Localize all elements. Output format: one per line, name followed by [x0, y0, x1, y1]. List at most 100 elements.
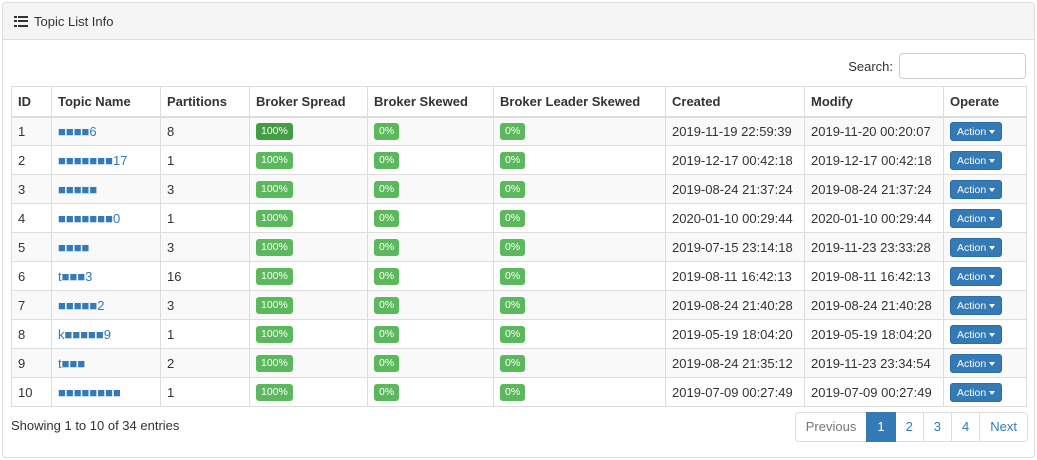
- action-button-label: Action: [957, 212, 987, 225]
- cell-broker-spread: 100%: [249, 377, 368, 407]
- action-dropdown-button[interactable]: Action: [950, 179, 1003, 199]
- pagination-page-3[interactable]: 3: [922, 412, 953, 442]
- cell-broker-skewed: 0%: [367, 348, 494, 378]
- action-dropdown-button[interactable]: Action: [950, 208, 1003, 228]
- caret-down-icon: [989, 245, 996, 250]
- column-header-created[interactable]: Created: [665, 86, 805, 118]
- action-dropdown-button[interactable]: Action: [950, 382, 1003, 402]
- cell-operate: Action: [943, 319, 1027, 349]
- broker-leader-skewed-badge: 0%: [500, 181, 526, 198]
- table-row: 10 ■■■■■■■■ 1 100% 0% 0% 2019-07-09 00:27:49 20…: [11, 377, 1027, 407]
- cell-partitions: 16: [160, 261, 250, 291]
- broker-spread-badge: 100%: [256, 181, 293, 198]
- broker-skewed-badge: 0%: [374, 384, 400, 401]
- column-header-broker-skewed[interactable]: Broker Skewed: [367, 86, 494, 118]
- action-dropdown-button[interactable]: Action: [950, 324, 1003, 344]
- cell-operate: Action: [943, 290, 1027, 320]
- cell-operate: Action: [943, 377, 1027, 407]
- cell-broker-spread: 100%: [249, 319, 368, 349]
- search-input[interactable]: [899, 53, 1026, 79]
- cell-created: 2019-05-19 18:04:20: [665, 319, 805, 349]
- cell-modify: 2019-11-23 23:33:28: [804, 232, 944, 262]
- cell-topic-name: ■■■■■2: [51, 290, 161, 320]
- cell-broker-spread: 100%: [249, 116, 368, 146]
- broker-leader-skewed-badge: 0%: [500, 384, 526, 401]
- cell-topic-name: ■■■■■■■■: [51, 377, 161, 407]
- cell-created: 2019-07-15 23:14:18: [665, 232, 805, 262]
- caret-down-icon: [989, 361, 996, 366]
- cell-operate: Action: [943, 203, 1027, 233]
- pagination-page-4[interactable]: 4: [951, 412, 981, 442]
- pagination-page-1[interactable]: 1: [866, 412, 896, 442]
- column-header-broker-leader-skewed[interactable]: Broker Leader Skewed: [493, 86, 666, 118]
- column-header-id[interactable]: ID: [11, 86, 52, 118]
- action-button-label: Action: [957, 241, 987, 254]
- cell-modify: 2019-08-11 16:42:13: [804, 261, 944, 291]
- cell-operate: Action: [943, 174, 1027, 204]
- cell-topic-name: k■■■■■9: [51, 319, 161, 349]
- table-row: 2 ■■■■■■■17 1 100% 0% 0% 2019-12-17 00:42:18 20…: [11, 145, 1027, 175]
- cell-broker-leader-skewed: 0%: [493, 174, 666, 204]
- cell-created: 2019-07-09 00:27:49: [665, 377, 805, 407]
- cell-id: 7: [11, 290, 52, 320]
- cell-operate: Action: [943, 232, 1027, 262]
- cell-broker-leader-skewed: 0%: [493, 232, 666, 262]
- topic-name-link[interactable]: ■■■■6: [58, 124, 97, 139]
- cell-id: 6: [11, 261, 52, 291]
- table-row: 5 ■■■■ 3 100% 0% 0% 2019-07-15 23:14:18 2019-11…: [11, 232, 1027, 262]
- search-bar: Search:: [848, 53, 1026, 79]
- broker-skewed-badge: 0%: [374, 355, 400, 372]
- cell-modify: 2019-05-19 18:04:20: [804, 319, 944, 349]
- broker-leader-skewed-badge: 0%: [500, 268, 526, 285]
- caret-down-icon: [989, 216, 996, 221]
- cell-created: 2019-08-24 21:37:24: [665, 174, 805, 204]
- topic-name-link[interactable]: ■■■■■■■17: [58, 153, 127, 168]
- cell-partitions: 3: [160, 174, 250, 204]
- topic-name-link[interactable]: ■■■■■2: [58, 298, 105, 313]
- column-header-broker-spread[interactable]: Broker Spread: [249, 86, 368, 118]
- cell-modify: 2020-01-10 00:29:44: [804, 203, 944, 233]
- action-dropdown-button[interactable]: Action: [950, 237, 1003, 257]
- pagination-page-2[interactable]: 2: [894, 412, 924, 442]
- pagination-next-button[interactable]: Next: [979, 412, 1028, 442]
- topic-name-link[interactable]: ■■■■■■■■: [58, 385, 121, 400]
- action-dropdown-button[interactable]: Action: [950, 353, 1003, 373]
- cell-modify: 2019-11-20 00:20:07: [804, 116, 944, 146]
- cell-id: 3: [11, 174, 52, 204]
- cell-broker-skewed: 0%: [367, 203, 494, 233]
- topic-name-link[interactable]: t■■■3: [58, 269, 92, 284]
- cell-broker-skewed: 0%: [367, 319, 494, 349]
- action-dropdown-button[interactable]: Action: [950, 295, 1003, 315]
- cell-broker-spread: 100%: [249, 203, 368, 233]
- cell-partitions: 3: [160, 290, 250, 320]
- cell-broker-leader-skewed: 0%: [493, 261, 666, 291]
- cell-modify: 2019-12-17 00:42:18: [804, 145, 944, 175]
- topic-name-link[interactable]: k■■■■■9: [58, 327, 111, 342]
- topic-name-link[interactable]: ■■■■: [58, 240, 89, 255]
- list-icon: [14, 15, 28, 27]
- broker-skewed-badge: 0%: [374, 181, 400, 198]
- action-dropdown-button[interactable]: Action: [950, 121, 1003, 141]
- column-header-modify[interactable]: Modify: [804, 86, 944, 118]
- column-header-topic-name[interactable]: Topic Name: [51, 86, 161, 118]
- caret-down-icon: [989, 129, 996, 134]
- cell-broker-skewed: 0%: [367, 261, 494, 291]
- action-dropdown-button[interactable]: Action: [950, 150, 1003, 170]
- cell-topic-name: ■■■■■■■17: [51, 145, 161, 175]
- cell-broker-spread: 100%: [249, 232, 368, 262]
- caret-down-icon: [989, 332, 996, 337]
- cell-created: 2019-08-24 21:40:28: [665, 290, 805, 320]
- broker-leader-skewed-badge: 0%: [500, 355, 526, 372]
- action-dropdown-button[interactable]: Action: [950, 266, 1003, 286]
- topic-name-link[interactable]: ■■■■■: [58, 182, 97, 197]
- cell-broker-spread: 100%: [249, 145, 368, 175]
- cell-topic-name: t■■■3: [51, 261, 161, 291]
- cell-created: 2020-01-10 00:29:44: [665, 203, 805, 233]
- topic-name-link[interactable]: ■■■■■■■0: [58, 211, 120, 226]
- pagination-previous-button[interactable]: Previous: [794, 412, 868, 442]
- column-header-partitions[interactable]: Partitions: [160, 86, 250, 118]
- topic-name-link[interactable]: t■■■: [58, 356, 85, 371]
- cell-modify: 2019-08-24 21:40:28: [804, 290, 944, 320]
- broker-leader-skewed-badge: 0%: [500, 297, 526, 314]
- cell-created: 2019-08-24 21:35:12: [665, 348, 805, 378]
